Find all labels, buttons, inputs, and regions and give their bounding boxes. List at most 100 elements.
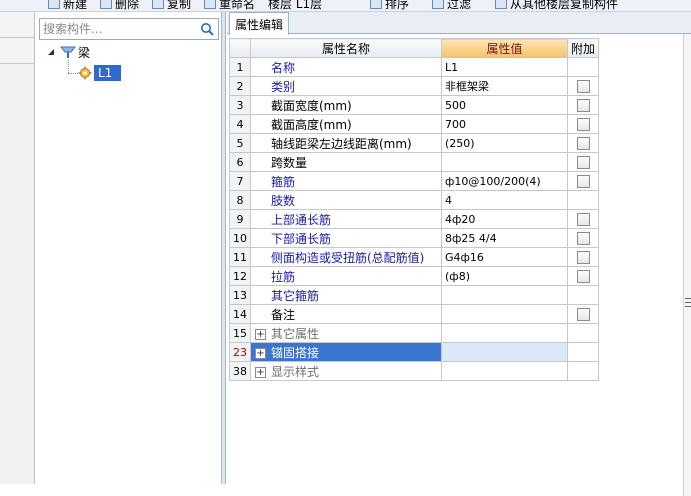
property-value-cell[interactable]: 非框架梁 bbox=[441, 76, 568, 96]
search-input[interactable] bbox=[40, 19, 196, 39]
property-row[interactable]: 1 名称 L1 bbox=[229, 57, 599, 77]
left-nav-cell[interactable] bbox=[0, 12, 34, 38]
row-number: 12 bbox=[229, 266, 251, 286]
property-value-cell[interactable]: L1 bbox=[441, 57, 568, 77]
search-button[interactable] bbox=[196, 19, 218, 39]
property-name-cell: 名称 bbox=[250, 57, 442, 77]
property-name-cell: 截面宽度(mm) bbox=[250, 95, 442, 115]
row-number: 3 bbox=[229, 95, 251, 115]
attach-checkbox[interactable] bbox=[576, 118, 590, 131]
component-gear-icon bbox=[78, 66, 92, 80]
property-row[interactable]: 4 截面高度(mm) 700 bbox=[229, 114, 599, 134]
property-value-cell[interactable] bbox=[441, 361, 568, 381]
filter-icon bbox=[432, 0, 444, 9]
vertical-scrollbar[interactable] bbox=[683, 34, 691, 496]
collapse-toggle-icon[interactable] bbox=[46, 47, 56, 57]
attach-checkbox[interactable] bbox=[576, 213, 590, 226]
property-value-cell[interactable] bbox=[441, 285, 568, 305]
property-row[interactable]: 14 备注 bbox=[229, 304, 599, 324]
property-row[interactable]: 6 跨数量 bbox=[229, 152, 599, 172]
expand-plus-icon[interactable]: + bbox=[255, 366, 266, 378]
attach-cell bbox=[567, 133, 599, 153]
property-row[interactable]: 9 上部通长筋 4ф20 bbox=[229, 209, 599, 229]
property-group-row[interactable]: 38 + 显示样式 bbox=[229, 361, 599, 381]
property-row[interactable]: 7 箍筋 ф10@100/200(4) bbox=[229, 171, 599, 191]
expand-plus-icon[interactable]: + bbox=[255, 328, 266, 340]
expand-plus-icon[interactable]: + bbox=[255, 347, 266, 359]
attach-checkbox[interactable] bbox=[576, 156, 590, 169]
property-group-row[interactable]: 15 + 其它属性 bbox=[229, 323, 599, 343]
property-name-cell: 侧面构造或受扭筋(总配筋值) bbox=[250, 247, 442, 267]
property-value-cell[interactable]: 4 bbox=[441, 190, 568, 210]
property-value-cell[interactable]: 8ф25 4/4 bbox=[441, 228, 568, 248]
row-number: 5 bbox=[229, 133, 251, 153]
delete-button[interactable]: 删除 bbox=[100, 0, 139, 11]
row-number: 4 bbox=[229, 114, 251, 134]
attach-checkbox[interactable] bbox=[576, 251, 590, 264]
panel-splitter[interactable] bbox=[222, 12, 226, 484]
property-row[interactable]: 10 下部通长筋 8ф25 4/4 bbox=[229, 228, 599, 248]
attach-cell bbox=[567, 190, 599, 210]
attach-checkbox[interactable] bbox=[576, 270, 590, 283]
row-number: 11 bbox=[229, 247, 251, 267]
row-number: 38 bbox=[229, 361, 251, 381]
new-button[interactable]: 新建 bbox=[48, 0, 87, 11]
attach-checkbox[interactable] bbox=[576, 99, 590, 112]
row-number: 13 bbox=[229, 285, 251, 305]
property-value-cell[interactable]: 500 bbox=[441, 95, 568, 115]
property-name-cell: 箍筋 bbox=[250, 171, 442, 191]
attach-checkbox[interactable] bbox=[576, 175, 590, 188]
attach-cell bbox=[567, 323, 599, 343]
attach-checkbox[interactable] bbox=[576, 80, 590, 93]
property-group-row[interactable]: 23 + 锚固搭接 bbox=[229, 342, 599, 362]
property-value-cell[interactable]: 4ф20 bbox=[441, 209, 568, 229]
attach-cell bbox=[567, 171, 599, 191]
property-name-cell: 跨数量 bbox=[250, 152, 442, 172]
property-grid: 属性名称 属性值 附加 1 名称 L1 2 类别 非框架梁 3 截面宽度(mm) 500 4 截面高… bbox=[229, 38, 599, 381]
copy-from-floor-button[interactable]: 从其他楼层复制构件 bbox=[495, 0, 618, 11]
property-name-cell: 备注 bbox=[250, 304, 442, 324]
property-value-cell[interactable]: ф10@100/200(4) bbox=[441, 171, 568, 191]
tree-node-l1[interactable]: L1 bbox=[78, 65, 122, 81]
property-value-cell[interactable]: (ф8) bbox=[441, 266, 568, 286]
header-attach: 附加 bbox=[567, 38, 599, 58]
property-value-cell[interactable] bbox=[441, 304, 568, 324]
property-row[interactable]: 2 类别 非框架梁 bbox=[229, 76, 599, 96]
attach-checkbox[interactable] bbox=[576, 137, 590, 150]
group-name-cell: + 其它属性 bbox=[250, 323, 442, 343]
tree-child-label: L1 bbox=[94, 65, 122, 81]
rename-button[interactable]: 重命名 bbox=[204, 0, 255, 11]
attach-checkbox[interactable] bbox=[576, 308, 590, 321]
property-value-cell[interactable]: G4ф16 bbox=[441, 247, 568, 267]
tree-node-beam[interactable]: 梁 bbox=[46, 44, 90, 60]
floor-select[interactable]: 楼层 L1层 bbox=[268, 0, 322, 11]
attach-cell bbox=[567, 247, 599, 267]
property-row[interactable]: 8 肢数 4 bbox=[229, 190, 599, 210]
tab-property-edit[interactable]: 属性编辑 bbox=[229, 12, 290, 35]
property-row[interactable]: 3 截面宽度(mm) 500 bbox=[229, 95, 599, 115]
row-number: 15 bbox=[229, 323, 251, 343]
attach-checkbox[interactable] bbox=[576, 232, 590, 245]
beam-folder-icon bbox=[60, 46, 76, 58]
grid-corner bbox=[229, 38, 251, 58]
attach-cell bbox=[567, 361, 599, 381]
tab-bar: 属性编辑 bbox=[227, 12, 691, 35]
attach-cell bbox=[567, 57, 599, 77]
property-row[interactable]: 13 其它箍筋 bbox=[229, 285, 599, 305]
copy-button[interactable]: 复制 bbox=[152, 0, 191, 11]
scrollbar-grip-icon[interactable] bbox=[685, 296, 691, 308]
property-row[interactable]: 12 拉筋 (ф8) bbox=[229, 266, 599, 286]
property-value-cell[interactable]: 700 bbox=[441, 114, 568, 134]
tree-connector bbox=[68, 60, 69, 73]
left-nav-cell[interactable] bbox=[0, 38, 34, 64]
property-row[interactable]: 11 侧面构造或受扭筋(总配筋值) G4ф16 bbox=[229, 247, 599, 267]
property-value-cell[interactable] bbox=[441, 152, 568, 172]
property-value-cell[interactable]: (250) bbox=[441, 133, 568, 153]
property-value-cell[interactable] bbox=[441, 323, 568, 343]
property-value-cell[interactable] bbox=[441, 342, 568, 362]
attach-cell bbox=[567, 95, 599, 115]
filter-button[interactable]: 过滤 bbox=[432, 0, 471, 11]
property-row[interactable]: 5 轴线距梁左边线距离(mm) (250) bbox=[229, 133, 599, 153]
group-name-cell: + 锚固搭接 bbox=[250, 342, 442, 362]
sort-button[interactable]: 排序 bbox=[370, 0, 409, 11]
